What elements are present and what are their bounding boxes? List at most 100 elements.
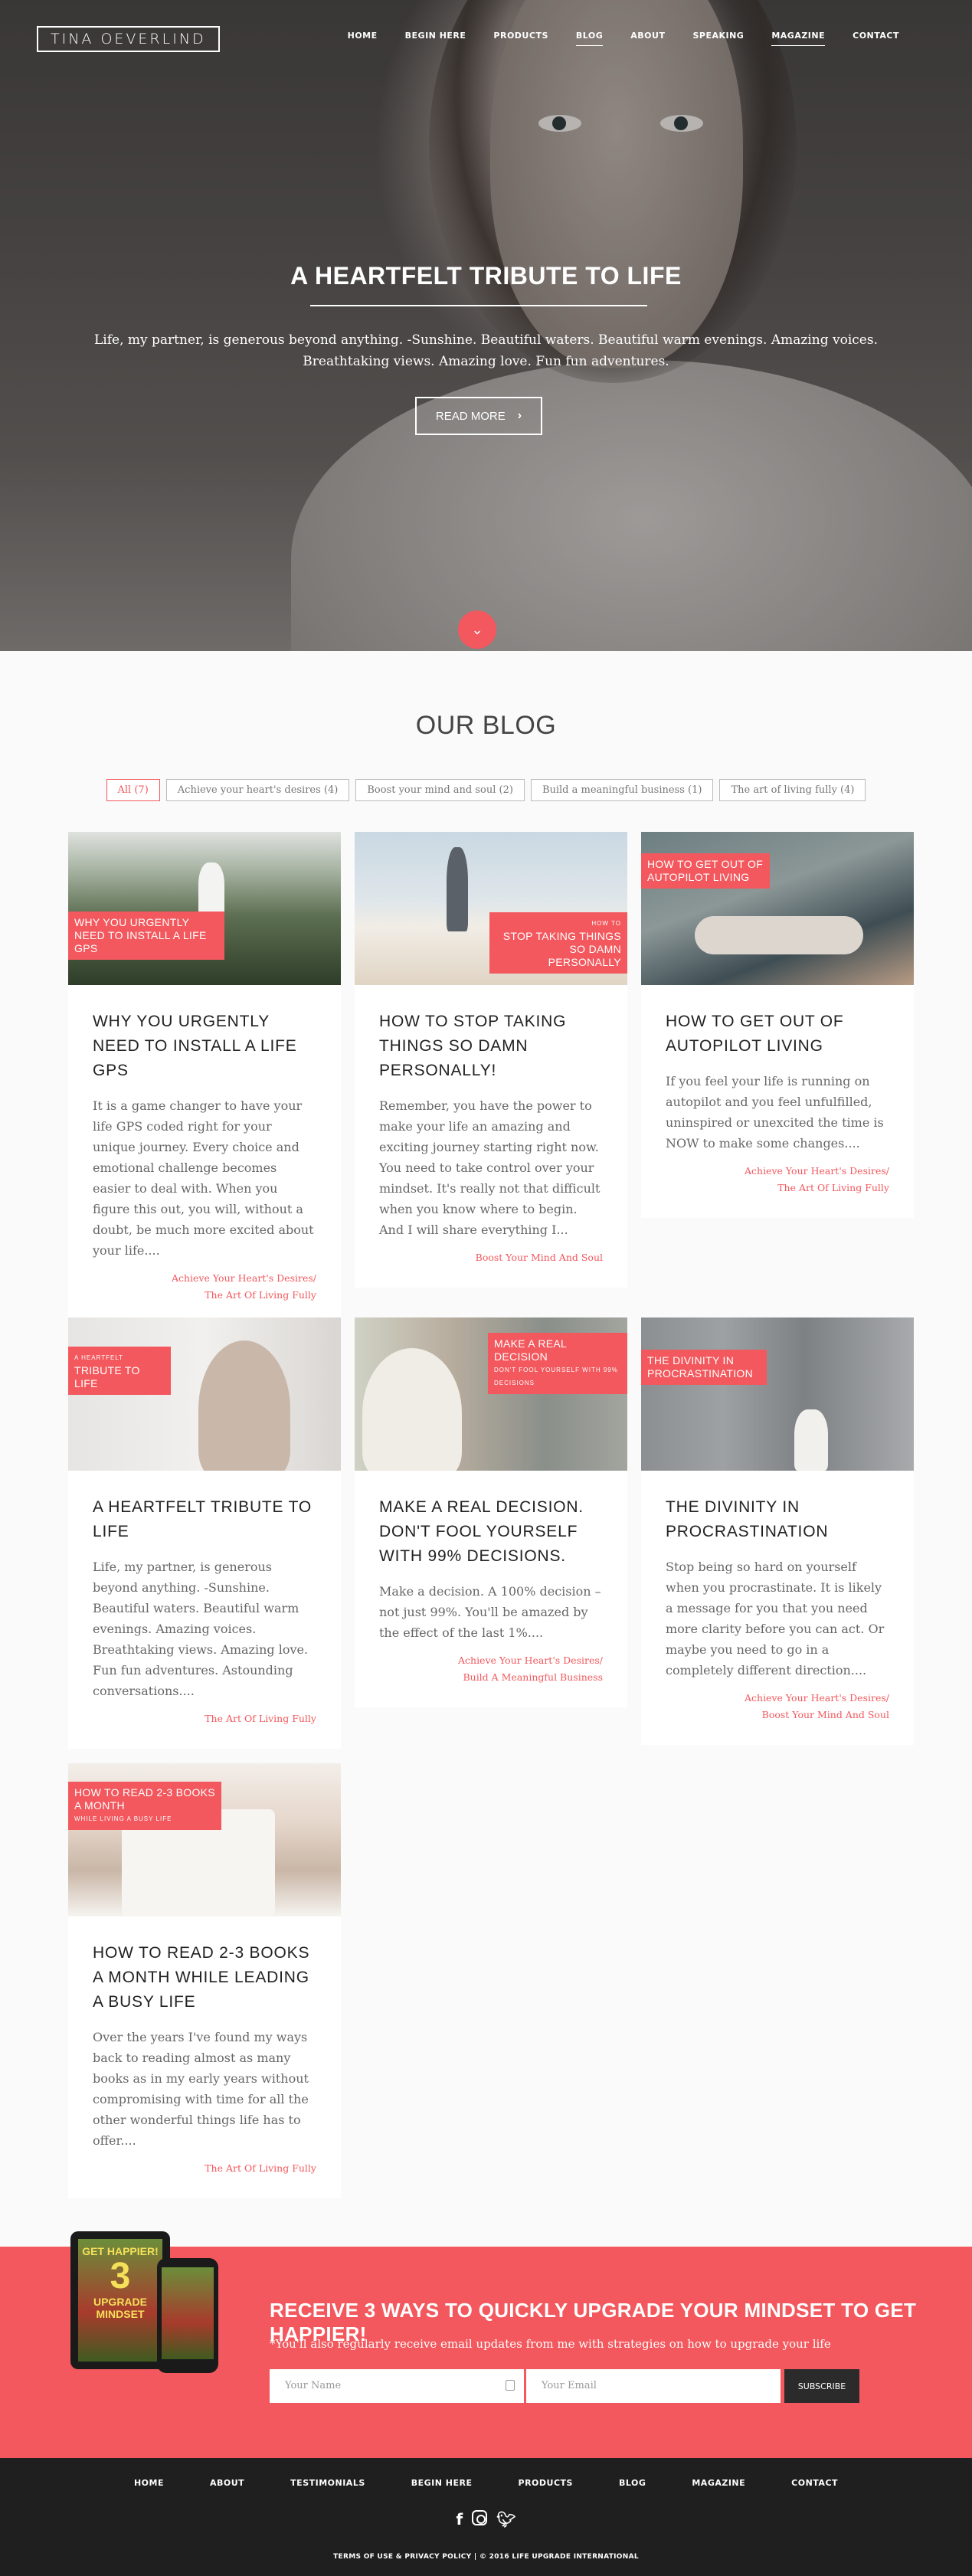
- filter-art[interactable]: The art of living fully (4): [719, 779, 866, 801]
- social-links: f 🐦︎: [0, 2510, 972, 2529]
- read-more-label: READ MORE: [435, 409, 506, 423]
- filter-boost[interactable]: Boost your mind and soul (2): [355, 779, 525, 801]
- post-title[interactable]: HOW TO STOP TAKING THINGS SO DAMN PERSON…: [379, 1010, 603, 1083]
- site-logo[interactable]: TINA OEVERLIND: [37, 26, 220, 52]
- chevron-down-icon: ⌄: [471, 621, 483, 638]
- filter-all[interactable]: All (7): [106, 779, 160, 801]
- category-link[interactable]: Boost Your Mind And Soul: [379, 1249, 603, 1266]
- ribbon-text: MAKE A REAL DECISION: [494, 1337, 567, 1363]
- blog-card[interactable]: HOW TO STOP TAKING THINGS SO DAMN PERSON…: [355, 832, 627, 1288]
- footer: HOME ABOUT TESTIMONIALS BEGIN HERE PRODU…: [0, 2458, 972, 2576]
- blog-card[interactable]: THE DIVINITY IN PROCRASTINATION THE DIVI…: [641, 1317, 914, 1745]
- subscribe-note: *You'll also regularly receive email upd…: [270, 2337, 831, 2351]
- post-title[interactable]: THE DIVINITY IN PROCRASTINATION: [666, 1495, 889, 1544]
- hero-text: Life, my partner, is generous beyond any…: [94, 332, 878, 369]
- ribbon-small-text: DON'T FOOL YOURSELF WITH 99% DECISIONS: [494, 1367, 618, 1386]
- footer-nav-testimonials[interactable]: TESTIMONIALS: [290, 2478, 365, 2488]
- post-thumbnail[interactable]: WHY YOU URGENTLY NEED TO INSTALL A LIFE …: [68, 832, 341, 985]
- post-thumbnail[interactable]: MAKE A REAL DECISION DON'T FOOL YOURSELF…: [355, 1317, 627, 1471]
- subscribe-form: Your Name Your Email SUBSCRIBE: [270, 2369, 859, 2403]
- category-link[interactable]: Achieve Your Heart's Desires/: [666, 1163, 889, 1180]
- footer-nav-magazine[interactable]: MAGAZINE: [692, 2478, 745, 2488]
- category-link[interactable]: Achieve Your Heart's Desires/: [93, 1270, 316, 1287]
- blog-card[interactable]: MAKE A REAL DECISION DON'T FOOL YOURSELF…: [355, 1317, 627, 1707]
- hero-divider: [310, 305, 647, 306]
- post-categories: The Art Of Living Fully: [93, 2160, 316, 2177]
- thumb-figure: [695, 916, 863, 954]
- thumb-ribbon: HOW TO READ 2-3 BOOKS A MONTH WHILE LIVI…: [68, 1782, 221, 1830]
- category-link[interactable]: The Art Of Living Fully: [666, 1180, 889, 1196]
- footer-nav-blog[interactable]: BLOG: [619, 2478, 646, 2488]
- chevron-right-icon: ›: [517, 409, 522, 422]
- category-link[interactable]: Achieve Your Heart's Desires/: [666, 1690, 889, 1707]
- footer-nav-begin-here[interactable]: BEGIN HERE: [411, 2478, 473, 2488]
- thumb-ribbon: MAKE A REAL DECISION DON'T FOOL YOURSELF…: [488, 1333, 627, 1394]
- post-thumbnail[interactable]: A HEARTFELT TRIBUTE TO LIFE: [68, 1317, 341, 1471]
- ebook-tablet-image: GET HAPPIER! 3 UPGRADE MINDSET: [70, 2231, 170, 2369]
- nav-begin-here[interactable]: BEGIN HERE: [405, 31, 466, 46]
- blog-card[interactable]: WHY YOU URGENTLY NEED TO INSTALL A LIFE …: [68, 832, 341, 1325]
- post-title[interactable]: A HEARTFELT TRIBUTE TO LIFE: [93, 1495, 316, 1544]
- post-excerpt: Make a decision. A 100% decision – not j…: [379, 1584, 601, 1640]
- category-link[interactable]: Boost Your Mind And Soul: [666, 1707, 889, 1723]
- post-thumbnail[interactable]: HOW TO READ 2-3 BOOKS A MONTH WHILE LIVI…: [68, 1763, 341, 1916]
- nav-products[interactable]: PRODUCTS: [493, 31, 548, 46]
- nav-magazine[interactable]: MAGAZINE: [771, 31, 826, 46]
- nav-blog[interactable]: BLOG: [575, 31, 604, 46]
- copyright[interactable]: TERMS OF USE & PRIVACY POLICY | © 2016 L…: [0, 2553, 972, 2561]
- blog-card[interactable]: HOW TO READ 2-3 BOOKS A MONTH WHILE LIVI…: [68, 1763, 341, 2198]
- instagram-icon[interactable]: [472, 2510, 488, 2525]
- hero-title: A HEARTFELT TRIBUTE TO LIFE: [290, 262, 682, 290]
- footer-nav-products[interactable]: PRODUCTS: [519, 2478, 573, 2488]
- nav-about[interactable]: ABOUT: [630, 31, 665, 46]
- nav-contact[interactable]: CONTACT: [853, 31, 899, 46]
- ribbon-small-text: WHILE LIVING A BUSY LIFE: [74, 1815, 172, 1822]
- twitter-icon[interactable]: 🐦︎: [496, 2510, 515, 2529]
- category-link[interactable]: Achieve Your Heart's Desires/: [379, 1652, 603, 1669]
- post-excerpt: Stop being so hard on yourself when you …: [666, 1560, 885, 1678]
- filter-build[interactable]: Build a meaningful business (1): [530, 779, 714, 801]
- ebook-title-line: 3: [110, 2256, 131, 2296]
- footer-nav-contact[interactable]: CONTACT: [791, 2478, 838, 2488]
- email-field[interactable]: Your Email: [526, 2369, 781, 2403]
- scroll-down-button[interactable]: ⌄: [458, 610, 496, 649]
- main-nav: HOME BEGIN HERE PRODUCTS BLOG ABOUT SPEA…: [320, 31, 899, 46]
- thumb-figure: [794, 1409, 828, 1471]
- post-title[interactable]: HOW TO READ 2-3 BOOKS A MONTH WHILE LEAD…: [93, 1941, 316, 2015]
- footer-nav-home[interactable]: HOME: [134, 2478, 164, 2488]
- post-excerpt: Remember, you have the power to make you…: [379, 1098, 601, 1237]
- contact-card-icon: [506, 2380, 515, 2391]
- blog-card[interactable]: HOW TO GET OUT OF AUTOPILOT LIVING HOW T…: [641, 832, 914, 1218]
- read-more-button[interactable]: READ MORE ›: [415, 397, 542, 435]
- ebook-phone-image: [157, 2258, 218, 2373]
- post-categories: Achieve Your Heart's Desires/ The Art Of…: [93, 1270, 316, 1304]
- category-link[interactable]: The Art Of Living Fully: [93, 2160, 316, 2177]
- category-link[interactable]: The Art Of Living Fully: [93, 1710, 316, 1727]
- subscribe-section: GET HAPPIER! 3 UPGRADE MINDSET RECEIVE 3…: [0, 2231, 972, 2458]
- post-title[interactable]: MAKE A REAL DECISION. DON'T FOOL YOURSEL…: [379, 1495, 603, 1569]
- post-thumbnail[interactable]: HOW TO STOP TAKING THINGS SO DAMN PERSON…: [355, 832, 627, 985]
- footer-nav-about[interactable]: ABOUT: [210, 2478, 244, 2488]
- post-title[interactable]: WHY YOU URGENTLY NEED TO INSTALL A LIFE …: [93, 1010, 316, 1083]
- subscribe-button[interactable]: SUBSCRIBE: [784, 2369, 859, 2403]
- post-title[interactable]: HOW TO GET OUT OF AUTOPILOT LIVING: [666, 1010, 889, 1059]
- nav-speaking[interactable]: SPEAKING: [692, 31, 744, 46]
- post-thumbnail[interactable]: THE DIVINITY IN PROCRASTINATION: [641, 1317, 914, 1471]
- ribbon-text: HOW TO READ 2-3 BOOKS A MONTH: [74, 1786, 215, 1812]
- post-categories: Achieve Your Heart's Desires/ The Art Of…: [666, 1163, 889, 1196]
- name-field[interactable]: Your Name: [270, 2369, 524, 2403]
- post-thumbnail[interactable]: HOW TO GET OUT OF AUTOPILOT LIVING: [641, 832, 914, 985]
- ribbon-small-text: HOW TO: [591, 920, 621, 927]
- ebook-title-line: MINDSET: [96, 2308, 145, 2320]
- ribbon-small-text: A HEARTFELT: [74, 1354, 124, 1361]
- category-link[interactable]: The Art Of Living Fully: [93, 1287, 316, 1304]
- nav-home[interactable]: HOME: [348, 31, 378, 46]
- filter-achieve[interactable]: Achieve your heart's desires (4): [165, 779, 350, 801]
- thumb-ribbon: WHY YOU URGENTLY NEED TO INSTALL A LIFE …: [68, 912, 224, 960]
- category-filters: All (7) Achieve your heart's desires (4)…: [0, 779, 972, 801]
- category-link[interactable]: Build A Meaningful Business: [379, 1669, 603, 1686]
- thumb-ribbon: A HEARTFELT TRIBUTE TO LIFE: [68, 1347, 171, 1395]
- thumb-figure: [198, 862, 224, 916]
- blog-card[interactable]: A HEARTFELT TRIBUTE TO LIFE A HEARTFELT …: [68, 1317, 341, 1749]
- facebook-icon[interactable]: f: [456, 2510, 463, 2529]
